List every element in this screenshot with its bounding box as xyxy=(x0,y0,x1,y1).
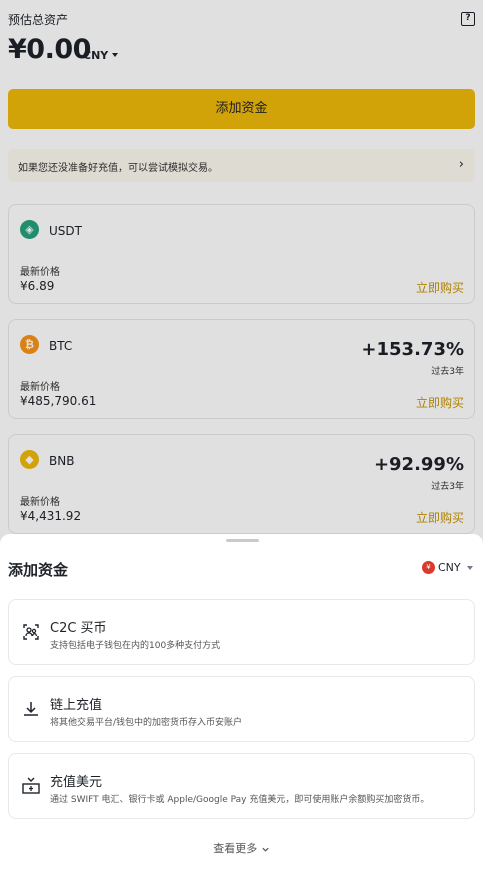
cny-flag-icon[interactable]: ¥ xyxy=(422,561,435,574)
option-description: 将其他交易平台/钱包中的加密货币存入币安账户 xyxy=(50,718,243,728)
download-icon xyxy=(24,702,38,716)
sheet-title: 添加资金 xyxy=(8,561,69,579)
add-funds-sheet: 添加资金 ¥ CNY C2C 买币 支持包括电子钱包在内的100多种支付方式 链… xyxy=(0,534,483,875)
c2c-users-icon xyxy=(23,624,39,640)
option-title: 链上充值 xyxy=(50,698,103,713)
deposit-usd-icon xyxy=(22,777,40,794)
option-title: C2C 买币 xyxy=(50,621,107,636)
option-usd-deposit[interactable]: 充值美元 通过 SWIFT 电汇、银行卡或 Apple/Google Pay 充… xyxy=(8,753,475,819)
option-c2c-buy[interactable]: C2C 买币 支持包括电子钱包在内的100多种支付方式 xyxy=(8,599,475,665)
chevron-down-icon xyxy=(262,847,269,852)
see-more-link[interactable]: 查看更多 xyxy=(0,840,483,856)
currency-selector[interactable]: CNY xyxy=(438,561,461,574)
see-more-label: 查看更多 xyxy=(213,842,258,855)
caret-down-icon[interactable] xyxy=(467,566,473,570)
option-onchain-deposit[interactable]: 链上充值 将其他交易平台/钱包中的加密货币存入币安账户 xyxy=(8,676,475,742)
sheet-drag-handle[interactable] xyxy=(226,539,259,542)
option-description: 支持包括电子钱包在内的100多种支付方式 xyxy=(50,641,221,651)
option-description: 通过 SWIFT 电汇、银行卡或 Apple/Google Pay 充值美元，即… xyxy=(50,795,430,805)
option-title: 充值美元 xyxy=(50,775,103,790)
